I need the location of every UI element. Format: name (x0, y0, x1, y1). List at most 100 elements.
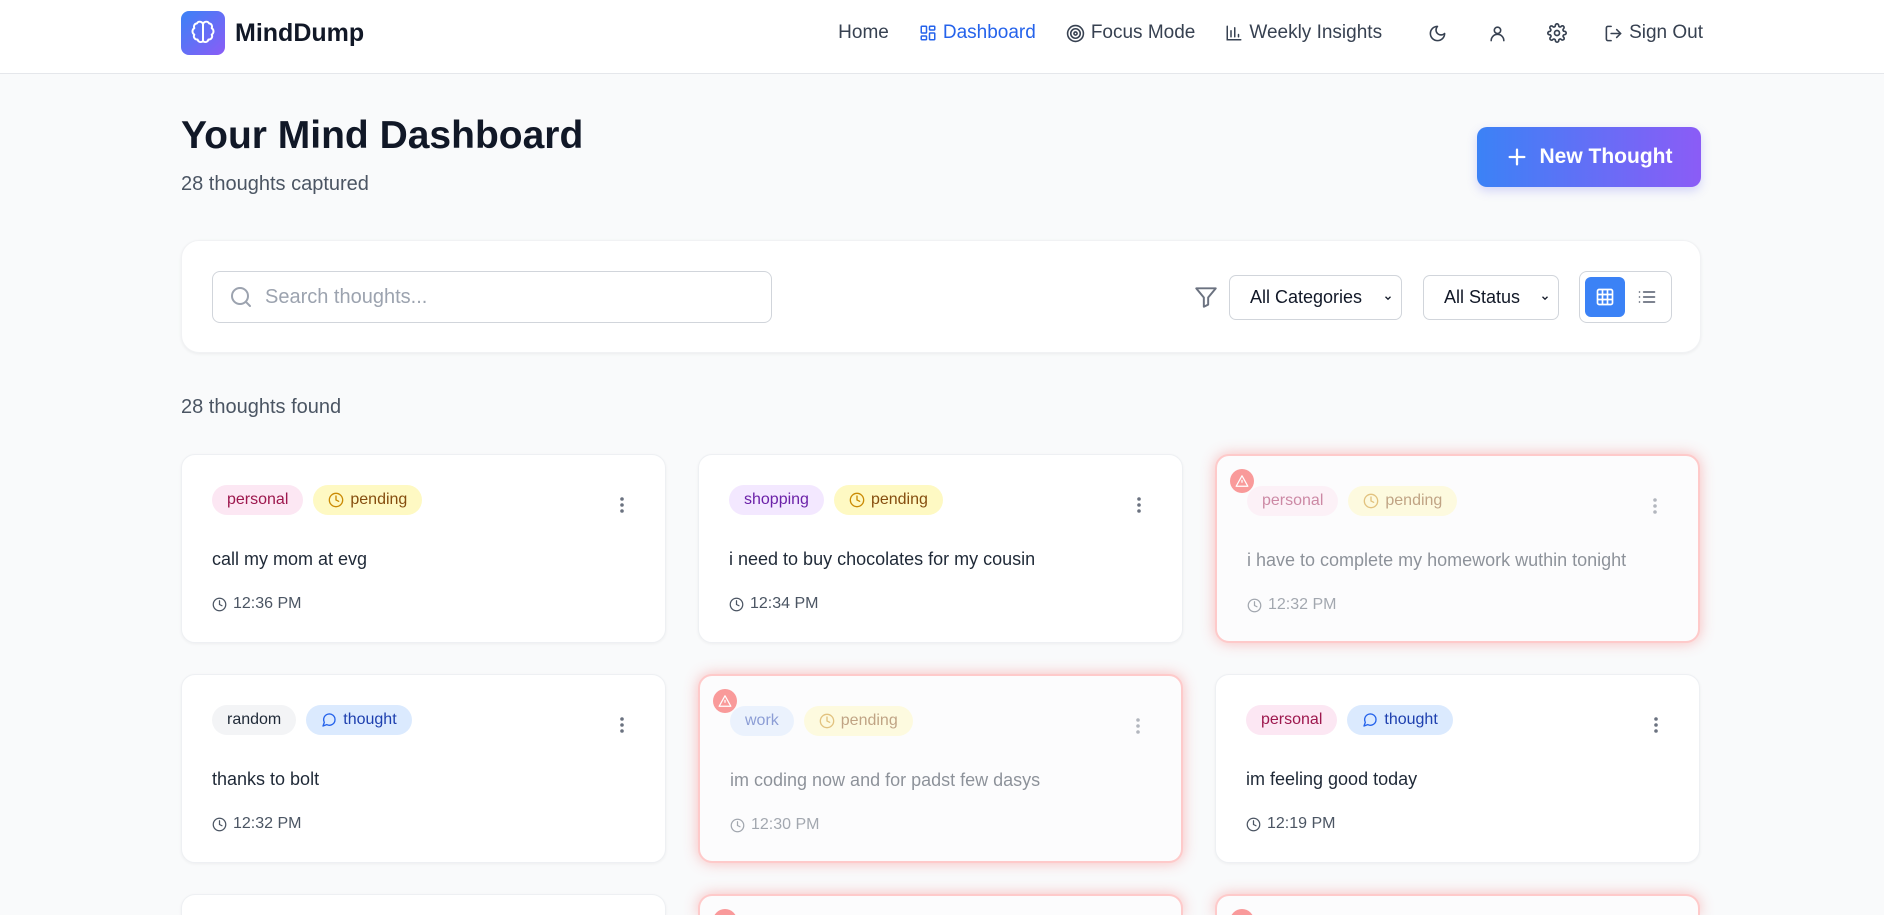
user-icon (1489, 25, 1505, 41)
more-vertical-icon (1137, 497, 1141, 513)
clock-icon (819, 713, 835, 729)
status-label: pending (1385, 492, 1443, 509)
view-toggle (1579, 271, 1672, 323)
status-badge: thought (306, 705, 412, 735)
search-icon (231, 287, 251, 307)
list-view-button[interactable] (1627, 277, 1667, 317)
status-label: pending (870, 491, 928, 508)
clock-icon (329, 492, 344, 508)
status-badge: pending (803, 706, 913, 736)
thought-card[interactable] (698, 894, 1183, 915)
status-badge: pending (833, 485, 943, 515)
more-vertical-icon (620, 497, 624, 513)
category-badge: personal (1247, 486, 1339, 516)
logout-icon (1605, 25, 1622, 41)
nav-home-label: Home (838, 22, 889, 43)
status-select[interactable]: All Status (1423, 275, 1559, 320)
thought-card[interactable]: personal pending i have to complete my hom… (1215, 454, 1700, 643)
status-label: thought (343, 711, 397, 728)
grid-icon (1596, 288, 1614, 306)
more-options-button[interactable] (1653, 715, 1659, 735)
category-badge: random (212, 705, 297, 735)
clock-icon (729, 597, 744, 611)
thought-card[interactable] (181, 894, 666, 915)
thought-card[interactable]: personal pending call my mom at evg 12:36 P… (181, 454, 666, 643)
search-input[interactable] (265, 285, 745, 309)
thought-text: i have to complete my homework wuthin to… (1247, 550, 1627, 570)
more-options-button[interactable] (1136, 495, 1142, 515)
list-icon (1638, 291, 1656, 303)
category-label: random (227, 711, 282, 728)
new-thought-button[interactable]: New Thought (1477, 127, 1701, 187)
thought-text: call my mom at evg (212, 549, 368, 569)
settings-button[interactable] (1542, 18, 1572, 48)
thought-time: 12:36 PM (212, 595, 301, 613)
clock-icon (730, 818, 745, 832)
status-select-value: All Status (1444, 287, 1521, 307)
main-nav: Home Dashboard Focus Mode Weekly Insight… (838, 18, 1703, 48)
thought-time: 12:32 PM (212, 815, 301, 833)
sign-out-button[interactable]: Sign Out (1604, 22, 1703, 44)
time-label: 12:19 PM (1267, 815, 1336, 832)
brand[interactable]: MindDump (181, 11, 364, 55)
time-label: 12:36 PM (233, 595, 302, 612)
nav-insights-label: Weekly Insights (1249, 22, 1383, 43)
clock-icon (212, 817, 227, 831)
nav-dashboard[interactable]: Dashboard (919, 22, 1036, 44)
category-badge: personal (212, 485, 304, 515)
theme-toggle-button[interactable] (1422, 18, 1452, 48)
category-select[interactable]: All Categories (1229, 275, 1402, 320)
category-badge: personal (1246, 705, 1338, 735)
nav-focus-mode[interactable]: Focus Mode (1066, 22, 1195, 44)
nav-home[interactable]: Home (838, 22, 889, 44)
category-select-value: All Categories (1250, 287, 1363, 307)
more-options-button[interactable] (1652, 496, 1658, 516)
nav-weekly-insights[interactable]: Weekly Insights (1225, 22, 1382, 44)
thought-count: 28 thoughts captured (181, 173, 369, 195)
search-box[interactable] (212, 271, 772, 323)
category-label: personal (1261, 711, 1323, 728)
thought-card[interactable]: personal thought im feeling good today 12:1… (1215, 674, 1700, 863)
card-tags: work pending (730, 706, 923, 736)
clock-icon (849, 492, 865, 508)
card-tags: personal pending (212, 485, 432, 515)
thought-text: im feeling good today (1246, 769, 1418, 789)
message-circle-icon (322, 713, 336, 727)
thought-text: im coding now and for padst few dasys (730, 770, 1041, 790)
clock-icon (212, 597, 227, 611)
filter-panel: All Categories All Status (181, 240, 1701, 353)
plus-icon (1508, 148, 1525, 166)
category-label: shopping (744, 491, 809, 508)
card-tags: shopping pending (729, 485, 953, 515)
thought-card[interactable]: shopping pending i need to buy chocolates … (698, 454, 1183, 643)
more-options-button[interactable] (1135, 716, 1141, 736)
thought-card[interactable]: work pending im coding now and for padst f… (698, 674, 1183, 863)
results-count: 28 thoughts found (181, 396, 342, 418)
bar-chart-icon (1226, 25, 1242, 41)
time-label: 12:34 PM (750, 595, 819, 612)
profile-button[interactable] (1482, 18, 1512, 48)
more-vertical-icon (1654, 717, 1658, 733)
gear-icon (1547, 23, 1567, 43)
thought-card[interactable]: random thought thanks to bolt 12:32 PM (181, 674, 666, 863)
grid-view-button[interactable] (1585, 277, 1625, 317)
category-label: work (745, 712, 779, 729)
clock-icon (1364, 493, 1379, 509)
more-options-button[interactable] (619, 495, 625, 515)
target-icon (1066, 24, 1085, 42)
category-badge: work (730, 706, 794, 736)
more-options-button[interactable] (619, 715, 625, 735)
more-vertical-icon (1136, 718, 1140, 734)
clock-icon (1247, 598, 1262, 612)
more-vertical-icon (1653, 498, 1657, 514)
time-label: 12:32 PM (1268, 596, 1337, 613)
category-label: personal (227, 491, 289, 508)
thought-text: thanks to bolt (212, 769, 320, 789)
time-label: 12:32 PM (233, 815, 302, 832)
dashboard-icon (920, 25, 936, 41)
alert-triangle-icon (713, 909, 737, 915)
more-vertical-icon (620, 717, 624, 733)
filter-icon (1193, 284, 1219, 315)
thought-card[interactable] (1215, 894, 1700, 915)
thought-time: 12:19 PM (1246, 815, 1335, 833)
